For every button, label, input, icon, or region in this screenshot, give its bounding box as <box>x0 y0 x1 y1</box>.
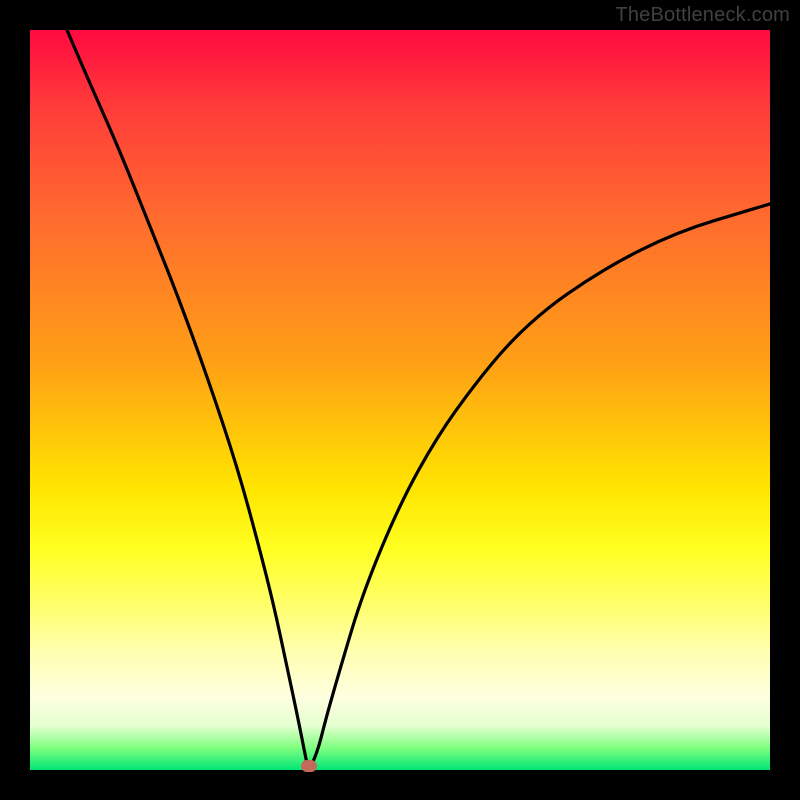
chart-frame: TheBottleneck.com <box>0 0 800 800</box>
bottleneck-curve <box>67 30 770 766</box>
watermark-text: TheBottleneck.com <box>615 4 790 27</box>
plot-area <box>30 30 770 770</box>
curve-layer <box>30 30 770 770</box>
optimum-marker <box>301 760 317 772</box>
